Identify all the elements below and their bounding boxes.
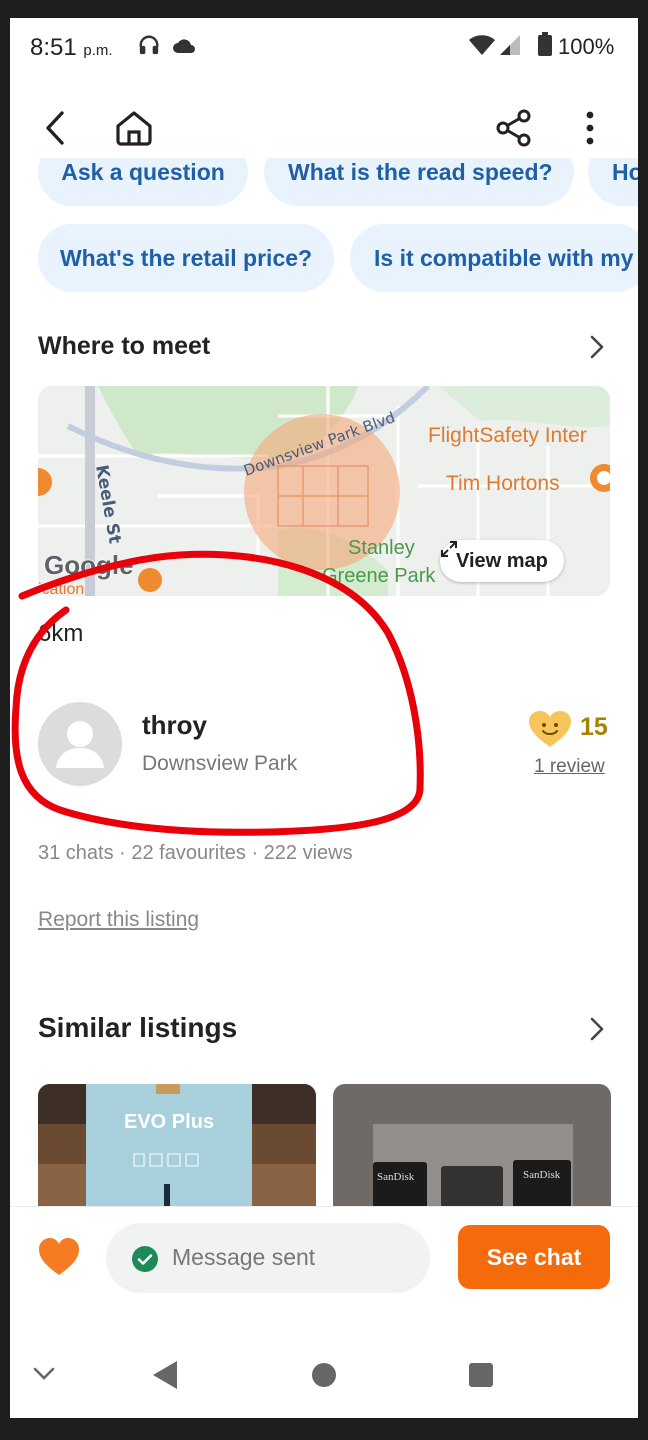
seller-avatar[interactable]: [38, 702, 122, 786]
system-navigation-bar: [10, 1338, 638, 1418]
listing-stats: 31 chats · 22 favourites · 222 views: [38, 842, 353, 864]
card2-brand-text-2: SanDisk: [523, 1169, 561, 1181]
share-icon: [496, 109, 531, 147]
more-vertical-icon: [586, 111, 594, 145]
collapse-nav-button[interactable]: [32, 1366, 56, 1387]
chevron-down-icon: [33, 1367, 55, 1380]
back-arrow-icon: [46, 111, 64, 145]
message-status-text: Message sent: [172, 1244, 316, 1270]
where-to-meet-title: Where to meet: [38, 332, 211, 360]
chevron-right-icon[interactable]: [584, 1016, 610, 1042]
triangle-back-icon: [153, 1361, 177, 1389]
system-back-button[interactable]: [152, 1360, 178, 1395]
seller-name[interactable]: throy: [142, 710, 207, 741]
home-icon: [116, 111, 152, 146]
favourite-heart-icon[interactable]: [38, 1237, 80, 1277]
chip-compatibility[interactable]: Is it compatible with my: [350, 224, 638, 292]
map-park-label-line1: Stanley: [348, 537, 415, 559]
message-status-pill: Message sent: [106, 1223, 430, 1293]
headphones-icon: [139, 35, 159, 55]
square-recents-icon: [469, 1363, 493, 1387]
cloud-icon: [173, 39, 195, 53]
back-button[interactable]: [34, 106, 78, 150]
meet-location-map[interactable]: Downsview Park Blvd Keele St FlightSafet…: [38, 386, 610, 596]
expand-icon: [441, 541, 457, 557]
chevron-right-icon[interactable]: [584, 334, 610, 360]
map-poi-flightsafety: FlightSafety Inter: [428, 424, 587, 447]
chip-retail-price[interactable]: What's the retail price?: [38, 224, 334, 292]
happy-heart-rating-icon: [529, 711, 571, 747]
phone-screen: 8:51 p.m. 100% Ask a question What is th…: [10, 18, 638, 1418]
similar-listings-title: Similar listings: [38, 1012, 238, 1043]
status-time: 8:51 p.m.: [30, 34, 113, 61]
check-circle-icon: [132, 1246, 158, 1272]
share-button[interactable]: [492, 106, 536, 150]
report-listing-link[interactable]: Report this listing: [38, 908, 199, 932]
top-navigation: [10, 98, 638, 158]
default-avatar-icon: [56, 721, 104, 768]
wifi-icon: [469, 35, 495, 55]
bottom-action-bar: Message sent See chat: [10, 1206, 638, 1316]
reviews-link[interactable]: 1 review: [534, 756, 605, 778]
see-chat-button[interactable]: See chat: [458, 1225, 610, 1289]
listing-photo-1: EVO Plus: [38, 1084, 316, 1208]
circle-home-icon: [312, 1363, 336, 1387]
card2-brand-text: SanDisk: [377, 1171, 415, 1183]
system-home-button[interactable]: [311, 1362, 337, 1393]
status-bar: 8:51 p.m. 100%: [10, 18, 638, 78]
google-logo: Google: [44, 550, 134, 580]
distance-label: 6km: [38, 620, 84, 647]
more-options-button[interactable]: [568, 106, 612, 150]
rating-count: 15: [580, 713, 608, 741]
listing-photo-2: SanDisk SanDisk: [333, 1084, 611, 1208]
system-recents-button[interactable]: [468, 1362, 494, 1393]
view-map-label: View map: [456, 549, 548, 572]
map-edge-label: ication: [38, 581, 84, 596]
home-button[interactable]: [112, 106, 156, 150]
similar-listing-card-2[interactable]: SanDisk SanDisk: [333, 1084, 611, 1208]
card1-brand-text: EVO Plus: [124, 1111, 214, 1133]
battery-level: 100%: [558, 34, 615, 59]
signal-icon: [500, 35, 520, 55]
view-map-button[interactable]: View map: [440, 540, 564, 582]
seller-location: Downsview Park: [142, 752, 298, 775]
battery-icon: [538, 32, 552, 56]
map-park-label-line2: Greene Park: [322, 565, 436, 587]
map-poi-tim-hortons: Tim Hortons: [446, 472, 560, 495]
similar-listing-card-1[interactable]: EVO Plus: [38, 1084, 316, 1208]
